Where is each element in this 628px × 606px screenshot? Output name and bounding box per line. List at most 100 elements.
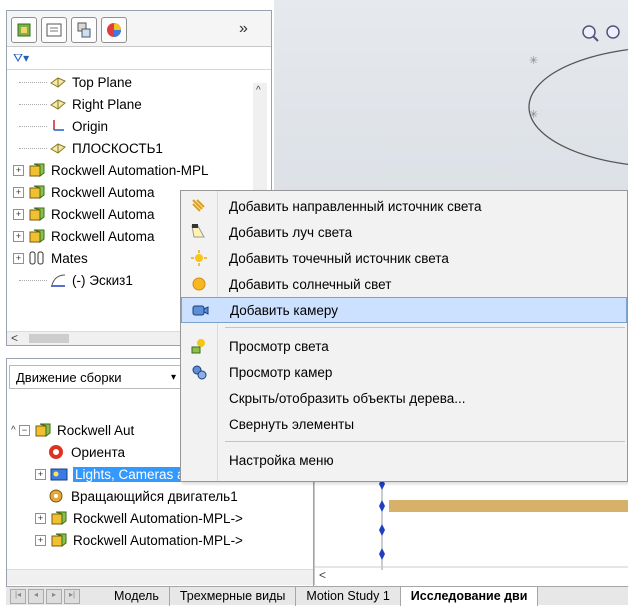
menu-item[interactable]: Настройка меню — [181, 447, 627, 473]
menu-item[interactable]: Просмотр света — [181, 333, 627, 359]
menu-item[interactable]: Добавить луч света — [181, 219, 627, 245]
expand-icon[interactable]: + — [13, 186, 24, 198]
motion-type-label: Движение сборки — [16, 369, 122, 385]
camera-icon — [182, 301, 218, 319]
motion-tree-item[interactable]: + Rockwell Automation-MPL-> — [35, 507, 243, 529]
tree-item-label: Mates — [51, 250, 88, 266]
assembly-icon — [28, 183, 46, 201]
menu-item[interactable]: Добавить солнечный свет — [181, 271, 627, 297]
expand-icon[interactable]: + — [13, 164, 24, 176]
sketch-icon — [49, 271, 67, 289]
motion-tree-hscrollbar[interactable] — [7, 569, 313, 585]
origin-icon — [49, 117, 67, 135]
zoom-area-icon[interactable] — [605, 24, 623, 45]
tree-item[interactable]: Top Plane — [7, 71, 253, 93]
tab-model[interactable]: Модель — [104, 586, 170, 606]
expand-icon[interactable]: − — [19, 424, 30, 436]
tree-item-label: Rockwell Automation-MPL — [51, 162, 209, 178]
plane-icon — [49, 73, 67, 91]
filter-icon[interactable]: ⛛▾ — [13, 51, 29, 66]
motion-tree-item-label: Rockwell Aut — [57, 422, 135, 438]
tree-item-label: Origin — [72, 118, 109, 134]
tree-item[interactable]: Right Plane — [7, 93, 253, 115]
menu-item[interactable]: Свернуть элементы — [181, 411, 627, 437]
expand-icon[interactable]: + — [13, 252, 24, 264]
tree-item[interactable]: + Rockwell Automation-MPL — [7, 159, 253, 181]
menu-item[interactable]: Добавить камеру — [181, 297, 627, 323]
featuremanager-tab-icon[interactable] — [11, 17, 37, 43]
menu-item[interactable]: Добавить направленный источник света — [181, 193, 627, 219]
scroll-thumb[interactable] — [29, 334, 69, 343]
tree-connector — [19, 103, 47, 105]
plane-icon — [49, 139, 67, 157]
tree-item-label: Top Plane — [72, 74, 133, 90]
zoom-to-fit-icon[interactable] — [581, 24, 599, 45]
menu-item[interactable]: Скрыть/отобразить объекты дерева... — [181, 385, 627, 411]
appearance-tab-icon[interactable] — [101, 17, 127, 43]
assembly-icon — [50, 531, 68, 549]
motion-tree-item[interactable]: + Rockwell Automation-MPL-> — [35, 529, 243, 551]
bottom-tab-bar: |◂ ◂ ▸ ▸| Модель Трехмерные виды Motion … — [6, 586, 628, 606]
expand-icon[interactable]: + — [35, 512, 46, 524]
tree-item-label: Right Plane — [72, 96, 142, 112]
tab-motion-study-1[interactable]: Motion Study 1 — [296, 586, 401, 606]
svg-text:✳: ✳ — [529, 109, 538, 121]
menu-separator — [225, 327, 625, 328]
motion-tree-item[interactable]: Вращающийся двигатель1 — [35, 485, 238, 507]
tab-next-icon[interactable]: ▸ — [46, 588, 62, 604]
tree-connector — [19, 147, 47, 149]
motion-type-select[interactable]: Движение сборки ▾ — [9, 365, 183, 389]
svg-text:✳: ✳ — [529, 55, 538, 67]
sunlight-icon — [181, 275, 217, 293]
assembly-icon — [34, 421, 52, 439]
lights-cameras-icon — [50, 465, 68, 483]
menu-item-label: Свернуть элементы — [229, 416, 355, 432]
menu-item[interactable]: Добавить точечный источник света — [181, 245, 627, 271]
tree-item-label: Rockwell Automa — [51, 184, 155, 200]
assembly-icon — [50, 509, 68, 527]
motion-tree-item[interactable]: − Rockwell Aut — [19, 419, 134, 441]
chevron-down-icon: ▾ — [170, 371, 176, 383]
tab-3d-views[interactable]: Трехмерные виды — [170, 586, 297, 606]
tab-first-icon[interactable]: |◂ — [10, 588, 26, 604]
panel-expand-chevron-icon[interactable]: » — [239, 20, 248, 38]
tab-prev-icon[interactable]: ◂ — [28, 588, 44, 604]
scroll-left-icon[interactable]: < — [319, 568, 326, 582]
filter-row: ⛛▾ — [7, 48, 271, 70]
timeline-bar[interactable] — [389, 500, 628, 512]
expand-icon[interactable]: + — [13, 208, 24, 220]
configurationmanager-tab-icon[interactable] — [71, 17, 97, 43]
view-lights-icon — [181, 337, 217, 355]
propertymanager-tab-icon[interactable] — [41, 17, 67, 43]
tree-item[interactable]: Origin — [7, 115, 253, 137]
tree-item-label: Rockwell Automa — [51, 206, 155, 222]
orientation-icon — [48, 443, 66, 461]
menu-item-label: Добавить луч света — [229, 224, 353, 240]
scroll-up-icon[interactable]: ^ — [256, 85, 261, 96]
motion-tree-item-label: Rockwell Automation-MPL-> — [73, 532, 243, 548]
menu-separator — [225, 441, 625, 442]
menu-item-label: Добавить точечный источник света — [229, 250, 449, 266]
tab-last-icon[interactable]: ▸| — [64, 588, 80, 604]
manager-tabs: » — [7, 11, 271, 47]
tree-item-label: ПЛОСКОСТЬ1 — [72, 140, 163, 156]
assembly-icon — [28, 227, 46, 245]
tree-item[interactable]: ПЛОСКОСТЬ1 — [7, 137, 253, 159]
expand-icon[interactable]: + — [35, 468, 46, 480]
menu-item-label: Добавить направленный источник света — [229, 198, 482, 214]
menu-item-label: Скрыть/отобразить объекты дерева... — [229, 390, 466, 406]
menu-item-label: Добавить солнечный свет — [229, 276, 392, 292]
point-light-icon — [181, 249, 217, 267]
directional-light-icon — [181, 197, 217, 215]
expand-icon[interactable]: + — [35, 534, 46, 546]
menu-item-label: Просмотр света — [229, 338, 329, 354]
motion-tree-item[interactable]: Ориента — [35, 441, 125, 463]
tab-motion-study-active[interactable]: Исследование дви — [400, 586, 539, 606]
spot-light-icon — [181, 223, 217, 241]
expand-icon[interactable]: + — [13, 230, 24, 242]
tab-navigation: |◂ ◂ ▸ ▸| — [6, 587, 104, 606]
motion-tree-item-label: Ориента — [71, 444, 126, 460]
scroll-left-icon[interactable]: < — [11, 331, 18, 345]
menu-item[interactable]: Просмотр камер — [181, 359, 627, 385]
tree-item-label: (-) Эскиз1 — [72, 272, 133, 288]
